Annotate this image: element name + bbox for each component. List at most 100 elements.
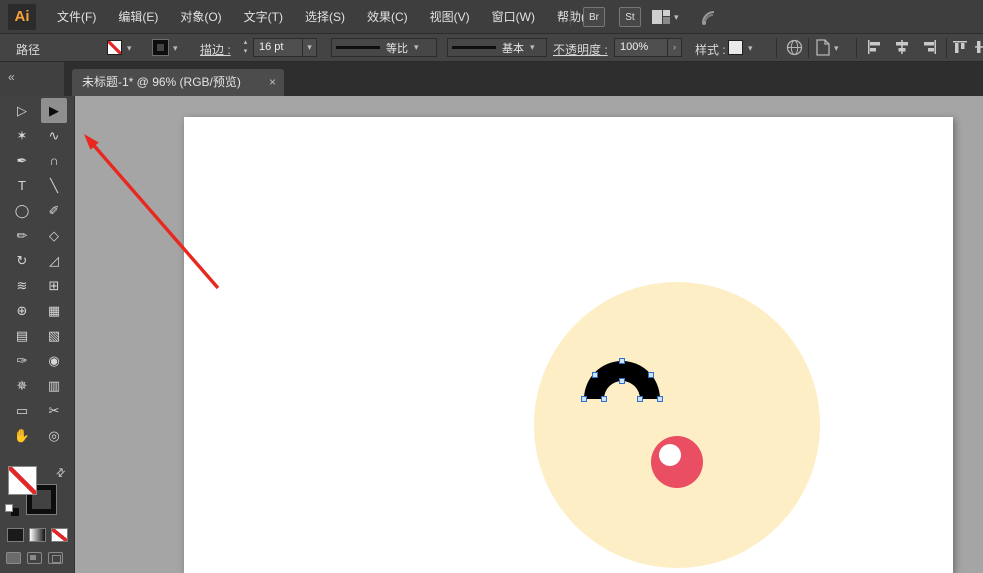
- selected-arch-shape[interactable]: [577, 353, 669, 409]
- gradient-tool[interactable]: ▧: [41, 323, 67, 348]
- donut-hole-shape: [659, 444, 681, 466]
- gradient-mode-button[interactable]: [29, 528, 46, 542]
- stroke-weight-stepper[interactable]: ▴ ▾: [240, 38, 251, 57]
- align-horizontal-center-icon[interactable]: [894, 39, 910, 55]
- menu-item[interactable]: 选择(S): [294, 0, 356, 34]
- brush-chevron-icon: ▾: [530, 42, 535, 53]
- stock-button[interactable]: St: [619, 7, 641, 27]
- draw-normal-button[interactable]: [6, 552, 21, 564]
- stroke-weight-dropdown-icon[interactable]: ▾: [302, 38, 317, 57]
- opacity-dropdown-icon[interactable]: ›: [667, 38, 682, 57]
- stroke-panel-link[interactable]: 描边 :: [200, 41, 231, 58]
- workspace-chevron-icon[interactable]: ▾: [674, 12, 679, 23]
- pen-tool[interactable]: ✒: [9, 148, 35, 173]
- brush-preview-line: [452, 46, 496, 49]
- profile-chevron-icon: ▾: [414, 42, 419, 53]
- document-preferences-icon[interactable]: [816, 39, 830, 56]
- perspective-grid-tool[interactable]: ▦: [41, 298, 67, 323]
- bridge-button[interactable]: Br: [583, 7, 605, 27]
- menu-item[interactable]: 对象(O): [169, 0, 232, 34]
- default-fill-stroke-icon[interactable]: [5, 504, 20, 517]
- width-profile-dropdown[interactable]: 等比 ▾: [331, 38, 437, 57]
- eraser-tool[interactable]: ◇: [41, 223, 67, 248]
- draw-behind-button[interactable]: [27, 552, 42, 564]
- menu-item[interactable]: 视图(V): [419, 0, 481, 34]
- paint-style-row: [0, 528, 75, 544]
- align-right-icon[interactable]: [922, 39, 938, 55]
- menu-item[interactable]: 效果(C): [356, 0, 419, 34]
- artboard-tool[interactable]: ▭: [9, 398, 35, 423]
- menu-items: 文件(F)编辑(E)对象(O)文字(T)选择(S)效果(C)视图(V)窗口(W)…: [46, 0, 609, 34]
- paintbrush-tool[interactable]: ✐: [41, 198, 67, 223]
- magic-wand-tool[interactable]: ✶: [9, 123, 35, 148]
- column-graph-tool[interactable]: ▥: [41, 373, 67, 398]
- fill-color-swatch[interactable]: [107, 40, 122, 55]
- document-preferences-chevron-icon[interactable]: ▾: [834, 43, 839, 54]
- color-mode-button[interactable]: [7, 528, 24, 542]
- width-tool[interactable]: ≋: [9, 273, 35, 298]
- cream-circle-shape[interactable]: [534, 282, 820, 568]
- collapse-panel-icon[interactable]: «: [8, 70, 15, 84]
- draw-inside-button[interactable]: [48, 552, 63, 564]
- curvature-tool[interactable]: ∩: [41, 148, 67, 173]
- blend-tool[interactable]: ◉: [41, 348, 67, 373]
- brush-value: 基本: [502, 40, 524, 56]
- align-vertical-center-icon[interactable]: [974, 39, 983, 55]
- direct-selection-tool[interactable]: ▶: [41, 98, 67, 123]
- stroke-weight-field[interactable]: 16 pt: [253, 38, 303, 57]
- opacity-panel-link[interactable]: 不透明度 :: [553, 41, 608, 58]
- red-donut-shape[interactable]: [651, 436, 703, 488]
- drawing-modes-row: [0, 552, 75, 568]
- illustrator-window: Ai 文件(F)编辑(E)对象(O)文字(T)选择(S)效果(C)视图(V)窗口…: [0, 0, 983, 573]
- mesh-tool[interactable]: ▤: [9, 323, 35, 348]
- divider: [808, 38, 809, 58]
- control-bar: 路径 ▾ ▾ 描边 : ▴ ▾ 16 pt ▾ 等比 ▾ 基本 ▾ 不透明度 :…: [0, 34, 983, 62]
- zoom-tool[interactable]: ◎: [41, 423, 67, 448]
- artboard[interactable]: [184, 117, 953, 573]
- stroke-chevron-icon[interactable]: ▾: [173, 43, 178, 54]
- share-icon[interactable]: [700, 8, 718, 26]
- tab-strip: « 未标题-1* @ 96% (RGB/预览) ×: [0, 62, 983, 96]
- pencil-tool[interactable]: ✏: [9, 223, 35, 248]
- none-mode-button[interactable]: [51, 528, 68, 542]
- symbol-sprayer-tool[interactable]: ✵: [9, 373, 35, 398]
- style-label: 样式 :: [695, 41, 726, 58]
- divider: [776, 38, 777, 58]
- divider: [856, 38, 857, 58]
- document-tab[interactable]: 未标题-1* @ 96% (RGB/预览) ×: [72, 69, 284, 96]
- fill-chevron-icon[interactable]: ▾: [127, 43, 132, 54]
- align-top-icon[interactable]: [952, 39, 968, 55]
- menu-bar: Ai 文件(F)编辑(E)对象(O)文字(T)选择(S)效果(C)视图(V)窗口…: [0, 0, 983, 34]
- lasso-tool[interactable]: ∿: [41, 123, 67, 148]
- eyedropper-tool[interactable]: ✑: [9, 348, 35, 373]
- free-transform-tool[interactable]: ⊞: [41, 273, 67, 298]
- swap-fill-stroke-icon[interactable]: ⇄: [53, 465, 69, 481]
- document-setup-globe-icon[interactable]: [786, 39, 803, 56]
- style-chevron-icon[interactable]: ▾: [748, 43, 753, 54]
- scale-tool[interactable]: ◿: [41, 248, 67, 273]
- align-left-icon[interactable]: [866, 39, 882, 55]
- tools-grid: ▷▶✶∿✒∩T╲◯✐✏◇↻◿≋⊞⊕▦▤▧✑◉✵▥▭✂✋◎: [9, 98, 67, 448]
- rotate-tool[interactable]: ↻: [9, 248, 35, 273]
- slice-tool[interactable]: ✂: [41, 398, 67, 423]
- menu-item[interactable]: 窗口(W): [481, 0, 546, 34]
- brush-definition-dropdown[interactable]: 基本 ▾: [447, 38, 547, 57]
- selection-tool[interactable]: ▷: [9, 98, 35, 123]
- workspace-switcher-icon[interactable]: [652, 10, 670, 24]
- stepper-up-icon[interactable]: ▴: [240, 38, 251, 47]
- menu-item[interactable]: 编辑(E): [107, 0, 169, 34]
- ellipse-tool[interactable]: ◯: [9, 198, 35, 223]
- stroke-color-swatch[interactable]: [153, 40, 168, 55]
- line-segment-tool[interactable]: ╲: [41, 173, 67, 198]
- style-swatch[interactable]: [728, 40, 743, 55]
- type-tool[interactable]: T: [9, 173, 35, 198]
- shape-builder-tool[interactable]: ⊕: [9, 298, 35, 323]
- hand-tool[interactable]: ✋: [9, 423, 35, 448]
- menu-item[interactable]: 文件(F): [46, 0, 107, 34]
- menu-item[interactable]: 文字(T): [233, 0, 294, 34]
- canvas-pasteboard[interactable]: [75, 96, 983, 573]
- tab-close-icon[interactable]: ×: [269, 69, 276, 96]
- fill-swatch-none[interactable]: [8, 466, 37, 495]
- stepper-down-icon[interactable]: ▾: [240, 47, 251, 56]
- opacity-field[interactable]: 100%: [614, 38, 668, 57]
